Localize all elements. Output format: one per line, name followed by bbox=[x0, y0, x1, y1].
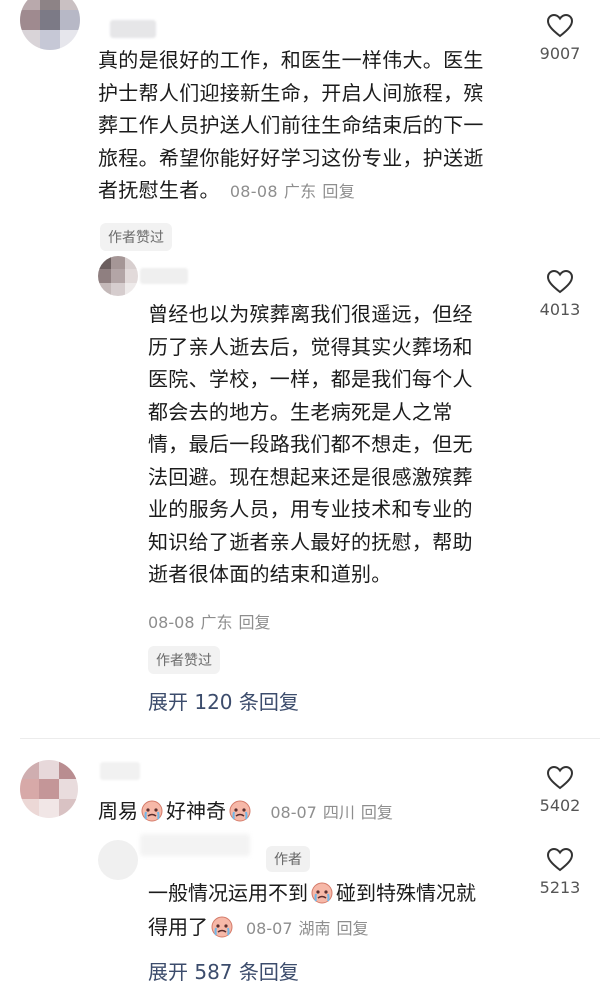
like-button[interactable]: 4013 bbox=[528, 270, 592, 319]
like-button[interactable]: 5402 bbox=[528, 766, 592, 815]
comment-text: 一般情况运用不到 碰到特殊情况就 得用了 08-07 湖南 回复 bbox=[148, 881, 476, 939]
like-count: 9007 bbox=[539, 44, 581, 63]
username[interactable] bbox=[140, 834, 250, 856]
like-count: 4013 bbox=[539, 300, 581, 319]
heart-outline-icon bbox=[547, 14, 573, 38]
comment-meta: 08-08 广东 回复 bbox=[148, 613, 271, 632]
heart-outline-icon bbox=[547, 270, 573, 294]
comment-meta: 08-07 湖南 回复 bbox=[246, 919, 369, 938]
like-count: 5402 bbox=[539, 796, 581, 815]
divider bbox=[20, 738, 600, 739]
crying-face-emoji bbox=[311, 882, 333, 904]
like-button[interactable]: 9007 bbox=[528, 14, 592, 63]
username[interactable] bbox=[140, 268, 188, 284]
crying-face-emoji bbox=[211, 916, 233, 938]
crying-face-emoji bbox=[141, 800, 163, 822]
author-liked-badge: 作者赞过 bbox=[100, 223, 172, 251]
expand-replies-button[interactable]: 展开 587 条回复 bbox=[148, 956, 299, 985]
like-button[interactable]: 5213 bbox=[528, 848, 592, 897]
username[interactable] bbox=[110, 20, 156, 38]
reply-button[interactable]: 回复 bbox=[239, 613, 271, 632]
username[interactable] bbox=[100, 762, 140, 780]
reply-button[interactable]: 回复 bbox=[337, 919, 369, 938]
reply-button[interactable]: 回复 bbox=[322, 182, 355, 201]
crying-face-emoji bbox=[229, 800, 251, 822]
avatar[interactable] bbox=[98, 840, 138, 880]
avatar[interactable] bbox=[98, 256, 138, 296]
comment-meta: 08-08 广东 回复 bbox=[229, 182, 356, 201]
comment-meta: 08-07 四川 回复 bbox=[270, 803, 393, 822]
heart-outline-icon bbox=[547, 766, 573, 790]
heart-outline-icon bbox=[547, 848, 573, 872]
avatar[interactable] bbox=[20, 0, 80, 50]
author-tag: 作者 bbox=[266, 846, 310, 872]
avatar[interactable] bbox=[20, 760, 78, 818]
author-liked-badge: 作者赞过 bbox=[148, 646, 220, 674]
comment-text: 周易 好神奇 08-07 四川 回复 bbox=[98, 796, 399, 828]
expand-replies-button[interactable]: 展开 120 条回复 bbox=[148, 686, 299, 715]
comment-text: 真的是很好的工作，和医生一样伟大。医生 护士帮人们迎接新生命，开启人间旅程，殡 … bbox=[98, 48, 484, 202]
comment-text: 曾经也以为殡葬离我们很遥远，但经 历了亲人逝去后，觉得其实火葬场和 医院、学校，… bbox=[148, 302, 473, 586]
reply-button[interactable]: 回复 bbox=[361, 803, 393, 822]
like-count: 5213 bbox=[539, 878, 581, 897]
